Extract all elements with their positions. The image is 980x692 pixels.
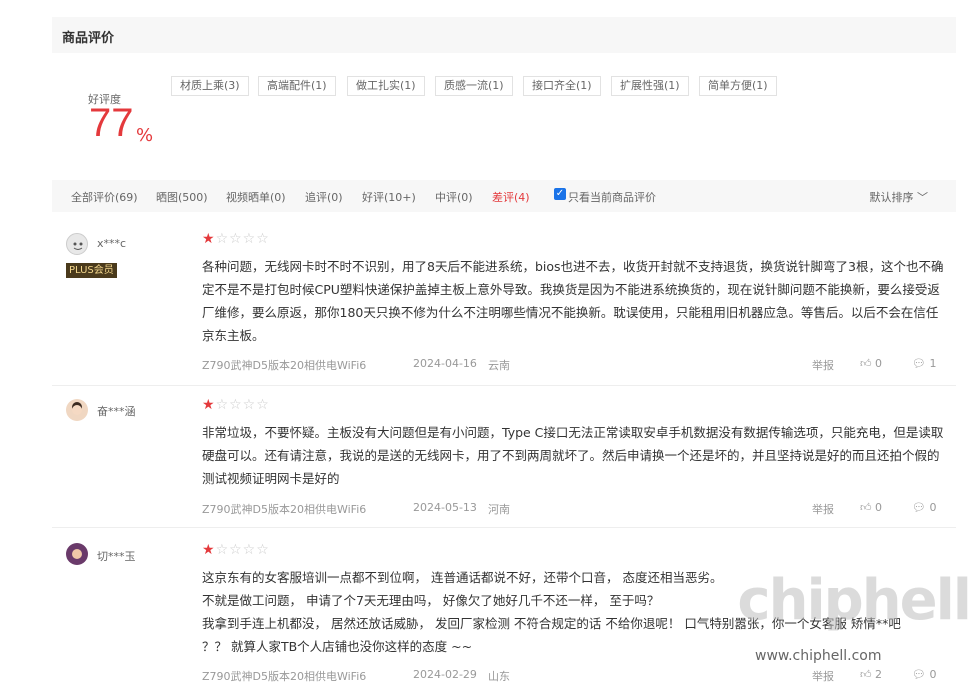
- avatar[interactable]: [66, 543, 88, 565]
- star-rating: ★☆☆☆☆: [202, 398, 270, 412]
- like-button[interactable]: 👍︎ 0: [860, 357, 882, 370]
- rating-value: 77: [89, 101, 134, 145]
- like-button[interactable]: 👍︎ 2: [860, 668, 882, 681]
- tag-item[interactable]: 做工扎实(1): [347, 76, 425, 96]
- only-current-label[interactable]: 只看当前商品评价: [568, 189, 656, 205]
- filter-neutral[interactable]: 中评(0): [435, 189, 473, 205]
- rating-unit: %: [136, 125, 154, 146]
- watermark-url: www.chiphell.com: [753, 648, 884, 664]
- filter-negative[interactable]: 差评(4): [492, 189, 530, 205]
- filter-all[interactable]: 全部评价(69): [71, 189, 138, 205]
- only-current-checkbox[interactable]: ✓: [554, 188, 566, 200]
- star-rating: ★☆☆☆☆: [202, 232, 270, 246]
- avatar[interactable]: [66, 233, 88, 255]
- review-item: 奋***涵 ★☆☆☆☆ 非常垃圾，不要怀疑。主板没有大问题但是有小问题，Type…: [52, 386, 956, 528]
- thumbs-up-icon: 👍︎: [860, 501, 872, 514]
- review-location: 云南: [488, 359, 510, 372]
- review-content: 非常垃圾，不要怀疑。主板没有大问题但是有小问题，Type C接口无法正常读取安卓…: [202, 425, 944, 486]
- comment-button[interactable]: 💬︎ 0: [912, 668, 936, 681]
- filter-video[interactable]: 视频晒单(0): [226, 189, 286, 205]
- review-location: 山东: [488, 670, 510, 683]
- username: x***c: [97, 237, 127, 250]
- avatar-face-icon: [73, 242, 83, 250]
- review-date: 2024-05-13: [413, 501, 477, 514]
- star-empty-icon: ☆☆☆☆: [215, 542, 270, 558]
- comment-button[interactable]: 💬︎ 0: [912, 501, 936, 514]
- watermark-logo: chiphell: [737, 568, 972, 633]
- thumbs-up-icon: 👍︎: [860, 357, 872, 370]
- comment-count: 0: [929, 501, 937, 514]
- like-button[interactable]: 👍︎ 0: [860, 501, 882, 514]
- sku-label: Z790武神D5版本20相供电WiFi6: [202, 670, 367, 683]
- review-actions: 举报 👍︎ 2 💬︎ 0: [812, 668, 942, 684]
- username: 切***玉: [97, 550, 136, 563]
- tag-item[interactable]: 接口齐全(1): [523, 76, 601, 96]
- tag-item[interactable]: 材质上乘(3): [171, 76, 249, 96]
- filter-bar: 全部评价(69) 晒图(500) 视频晒单(0) 追评(0) 好评(10+) 中…: [52, 180, 956, 212]
- star-filled-icon: ★: [202, 542, 216, 558]
- filter-positive[interactable]: 好评(10+): [362, 189, 416, 205]
- report-link[interactable]: 举报: [812, 668, 834, 684]
- review-actions: 举报 👍︎ 0 💬︎ 1: [812, 357, 942, 373]
- comment-button[interactable]: 💬︎ 1: [912, 357, 936, 370]
- tag-item[interactable]: 质感一流(1): [435, 76, 513, 96]
- report-link[interactable]: 举报: [812, 357, 834, 373]
- star-empty-icon: ☆☆☆☆: [215, 231, 270, 247]
- comment-icon: 💬︎: [912, 501, 926, 514]
- thumbs-up-icon: 👍︎: [860, 668, 872, 681]
- star-filled-icon: ★: [202, 231, 216, 247]
- star-filled-icon: ★: [202, 397, 216, 413]
- avatar[interactable]: [66, 399, 88, 421]
- sku-label: Z790武神D5版本20相供电WiFi6: [202, 503, 367, 516]
- review-content: 各种问题，无线网卡时不时不识别，用了8天后不能进系统，bios也进不去，收货开封…: [202, 259, 944, 343]
- filter-followup[interactable]: 追评(0): [305, 189, 343, 205]
- like-count: 2: [875, 668, 882, 681]
- sort-dropdown[interactable]: 默认排序 ﹀: [870, 189, 929, 205]
- chevron-down-icon: ﹀: [917, 191, 928, 204]
- comment-count: 0: [929, 668, 937, 681]
- plus-member-badge: PLUS会员: [66, 263, 117, 278]
- filter-photos[interactable]: 晒图(500): [156, 189, 208, 205]
- section-title: 商品评价: [62, 31, 115, 46]
- avatar-face-icon: [72, 549, 82, 559]
- report-link[interactable]: 举报: [812, 501, 834, 517]
- review-actions: 举报 👍︎ 0 💬︎ 0: [812, 501, 942, 517]
- star-empty-icon: ☆☆☆☆: [215, 397, 270, 413]
- sku-label: Z790武神D5版本20相供电WiFi6: [202, 359, 367, 372]
- username: 奋***涵: [97, 405, 136, 418]
- avatar-face-icon: [72, 402, 82, 415]
- comment-count: 1: [929, 357, 937, 370]
- sort-label: 默认排序: [869, 191, 914, 204]
- review-item: x***c PLUS会员 ★☆☆☆☆ 各种问题，无线网卡时不时不识别，用了8天后…: [52, 220, 956, 386]
- section-header: 商品评价: [52, 17, 956, 53]
- review-location: 河南: [488, 503, 510, 516]
- like-count: 0: [875, 501, 882, 514]
- tag-item[interactable]: 扩展性强(1): [611, 76, 689, 96]
- review-date: 2024-02-29: [413, 668, 477, 681]
- review-date: 2024-04-16: [413, 357, 477, 370]
- tag-item[interactable]: 简单方便(1): [699, 76, 777, 96]
- comment-icon: 💬︎: [912, 357, 926, 370]
- tag-item[interactable]: 高端配件(1): [258, 76, 336, 96]
- star-rating: ★☆☆☆☆: [202, 543, 270, 557]
- like-count: 0: [875, 357, 882, 370]
- comment-icon: 💬︎: [912, 668, 926, 681]
